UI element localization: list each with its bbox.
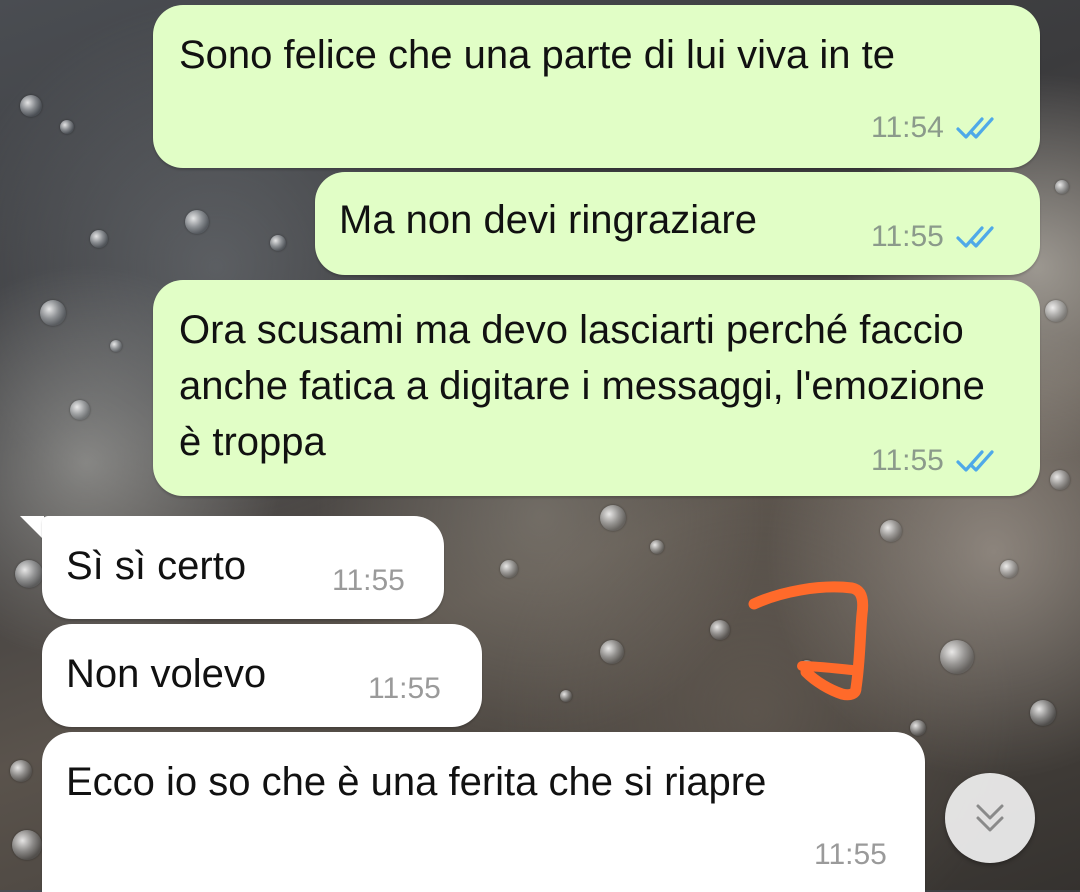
message-text: Sì sì certo <box>66 544 247 588</box>
orange-hand-drawn-mark <box>748 581 869 701</box>
message-time: 11:55 <box>368 672 441 705</box>
message-time: 11:55 <box>871 444 944 477</box>
incoming-message[interactable]: Sì sì certo 11:55 <box>42 516 444 619</box>
message-text: Non volevo <box>66 652 267 696</box>
message-time: 11:54 <box>871 111 944 144</box>
read-double-check-icon <box>956 450 994 472</box>
read-double-check-icon <box>956 117 994 139</box>
message-meta: 11:55 <box>332 564 405 598</box>
double-chevron-down-icon <box>976 804 1004 832</box>
message-meta: 11:55 <box>368 672 441 706</box>
incoming-message[interactable]: Non volevo 11:55 <box>42 624 482 727</box>
message-time: 11:55 <box>814 838 887 871</box>
outgoing-message[interactable]: Ora scusami ma devo lasciarti perché fac… <box>153 280 1040 496</box>
message-meta: 11:55 <box>871 220 1000 254</box>
message-text: Ecco io so che è una ferita che si riapr… <box>66 760 767 804</box>
message-time: 11:55 <box>332 564 405 597</box>
message-text: Ma non devi ringraziare <box>339 198 757 242</box>
scroll-to-bottom-button[interactable] <box>945 773 1035 863</box>
outgoing-message[interactable]: Sono felice che una parte di lui viva in… <box>153 5 1040 168</box>
incoming-bubble-tail <box>20 516 44 540</box>
message-meta: 11:55 <box>871 444 1000 478</box>
message-time: 11:55 <box>871 220 944 253</box>
incoming-message[interactable]: Ecco io so che è una ferita che si riapr… <box>42 732 925 892</box>
message-meta: 11:54 <box>871 111 1000 145</box>
message-text: Sono felice che una parte di lui viva in… <box>179 33 895 77</box>
outgoing-message[interactable]: Ma non devi ringraziare 11:55 <box>315 172 1040 275</box>
read-double-check-icon <box>956 226 994 248</box>
message-meta: 11:55 <box>814 838 887 872</box>
